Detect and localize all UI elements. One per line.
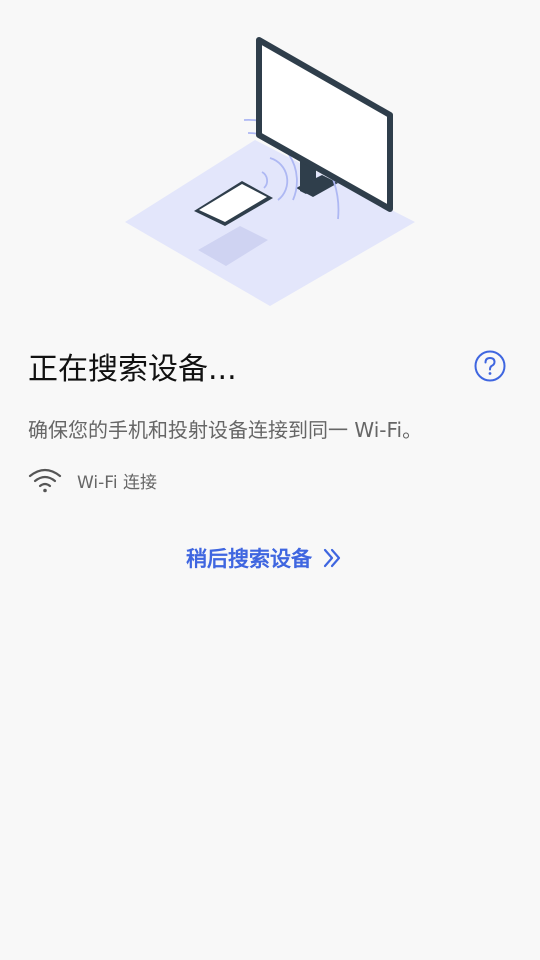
help-button[interactable] xyxy=(474,350,506,382)
wifi-connection-label: Wi-Fi 连接 xyxy=(77,472,157,493)
casting-illustration xyxy=(110,28,430,310)
search-later-label: 稍后搜索设备 xyxy=(186,547,312,571)
double-chevron-right-icon xyxy=(323,548,341,568)
search-later-button[interactable]: 稍后搜索设备 xyxy=(186,542,342,574)
wifi-icon xyxy=(28,468,62,493)
wifi-connection-row[interactable]: Wi-Fi 连接 xyxy=(28,465,157,495)
question-circle-icon xyxy=(474,350,506,382)
connection-instruction: 确保您的手机和投射设备连接到同一 Wi-Fi。 xyxy=(28,418,423,442)
page-title: 正在搜索设备... xyxy=(28,352,237,387)
